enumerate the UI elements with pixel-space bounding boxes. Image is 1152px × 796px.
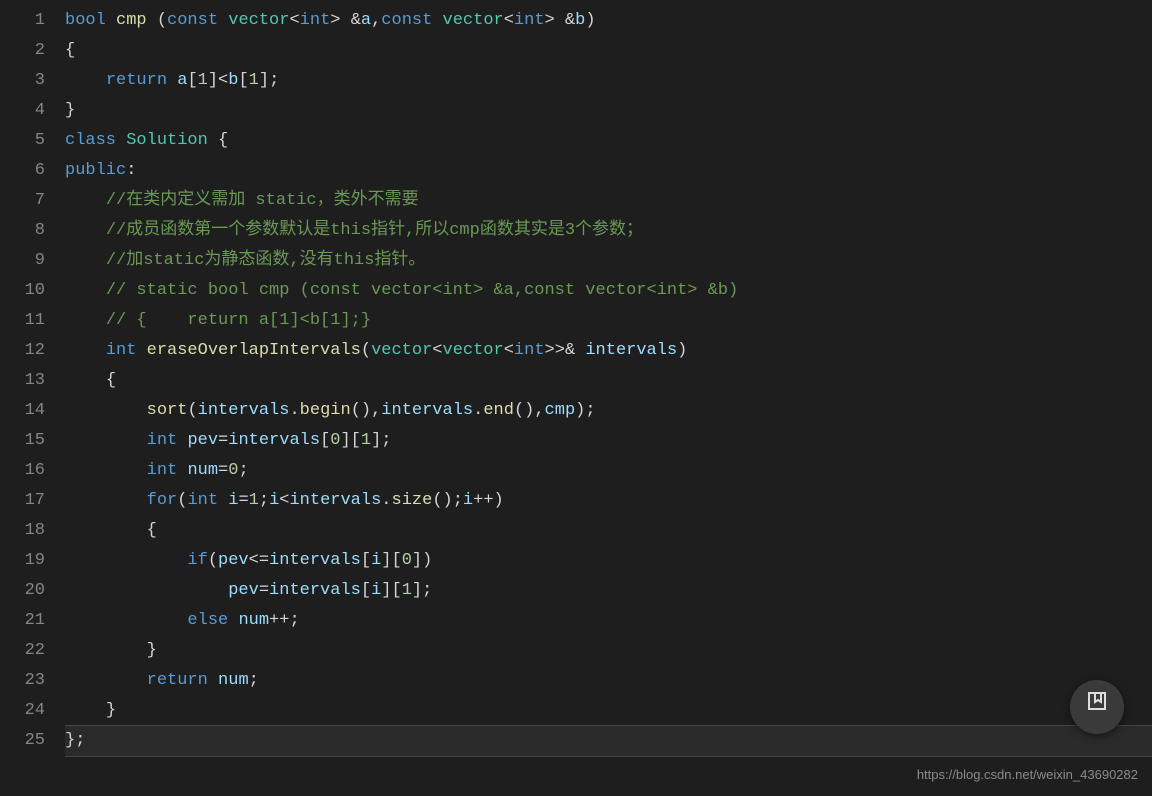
code-line[interactable]: //成员函数第一个参数默认是this指针,所以cmp函数其实是3个参数； xyxy=(65,216,1152,246)
code-line[interactable]: for(int i=1;i<intervals.size();i++) xyxy=(65,486,1152,516)
line-number: 19 xyxy=(0,546,45,576)
line-number-gutter: 1 2 3 4 5 6 7 8 9 10 11 12 13 14 15 16 1… xyxy=(0,0,65,796)
line-number: 16 xyxy=(0,456,45,486)
line-number: 1 xyxy=(0,6,45,36)
code-line[interactable]: public: xyxy=(65,156,1152,186)
code-line[interactable]: return a[1]<b[1]; xyxy=(65,66,1152,96)
code-line[interactable]: // static bool cmp (const vector<int> &a… xyxy=(65,276,1152,306)
code-line[interactable]: pev=intervals[i][1]; xyxy=(65,576,1152,606)
line-number: 3 xyxy=(0,66,45,96)
line-number: 9 xyxy=(0,246,45,276)
code-line[interactable]: { xyxy=(65,36,1152,66)
line-number: 2 xyxy=(0,36,45,66)
code-line[interactable]: //加static为静态函数,没有this指针。 xyxy=(65,246,1152,276)
code-line[interactable]: else num++; xyxy=(65,606,1152,636)
line-number: 23 xyxy=(0,666,45,696)
line-number: 18 xyxy=(0,516,45,546)
bookmark-button[interactable] xyxy=(1070,680,1124,734)
line-number: 10 xyxy=(0,276,45,306)
line-number: 5 xyxy=(0,126,45,156)
line-number: 14 xyxy=(0,396,45,426)
line-number: 11 xyxy=(0,306,45,336)
line-number: 8 xyxy=(0,216,45,246)
line-number: 12 xyxy=(0,336,45,366)
code-line-active[interactable]: }; xyxy=(65,725,1152,757)
code-line[interactable]: } xyxy=(65,96,1152,126)
code-editor: 1 2 3 4 5 6 7 8 9 10 11 12 13 14 15 16 1… xyxy=(0,0,1152,796)
line-number: 22 xyxy=(0,636,45,666)
code-line[interactable]: } xyxy=(65,696,1152,726)
line-number: 15 xyxy=(0,426,45,456)
code-line[interactable]: int num=0; xyxy=(65,456,1152,486)
code-line[interactable]: bool cmp (const vector<int> &a,const vec… xyxy=(65,6,1152,36)
code-line[interactable]: class Solution { xyxy=(65,126,1152,156)
line-number: 4 xyxy=(0,96,45,126)
code-line[interactable]: sort(intervals.begin(),intervals.end(),c… xyxy=(65,396,1152,426)
bookmark-icon xyxy=(1085,689,1109,725)
code-line[interactable]: int pev=intervals[0][1]; xyxy=(65,426,1152,456)
line-number: 17 xyxy=(0,486,45,516)
line-number: 20 xyxy=(0,576,45,606)
code-line[interactable]: // { return a[1]<b[1];} xyxy=(65,306,1152,336)
code-line[interactable]: { xyxy=(65,366,1152,396)
line-number: 13 xyxy=(0,366,45,396)
watermark-text: https://blog.csdn.net/weixin_43690282 xyxy=(917,760,1138,790)
code-line[interactable]: { xyxy=(65,516,1152,546)
line-number: 6 xyxy=(0,156,45,186)
code-line[interactable]: return num; xyxy=(65,666,1152,696)
line-number: 24 xyxy=(0,696,45,726)
code-line[interactable]: if(pev<=intervals[i][0]) xyxy=(65,546,1152,576)
code-line[interactable]: } xyxy=(65,636,1152,666)
code-line[interactable]: //在类内定义需加 static，类外不需要 xyxy=(65,186,1152,216)
line-number: 25 xyxy=(0,726,45,756)
line-number: 21 xyxy=(0,606,45,636)
code-line[interactable]: int eraseOverlapIntervals(vector<vector<… xyxy=(65,336,1152,366)
code-content[interactable]: bool cmp (const vector<int> &a,const vec… xyxy=(65,0,1152,796)
line-number: 7 xyxy=(0,186,45,216)
